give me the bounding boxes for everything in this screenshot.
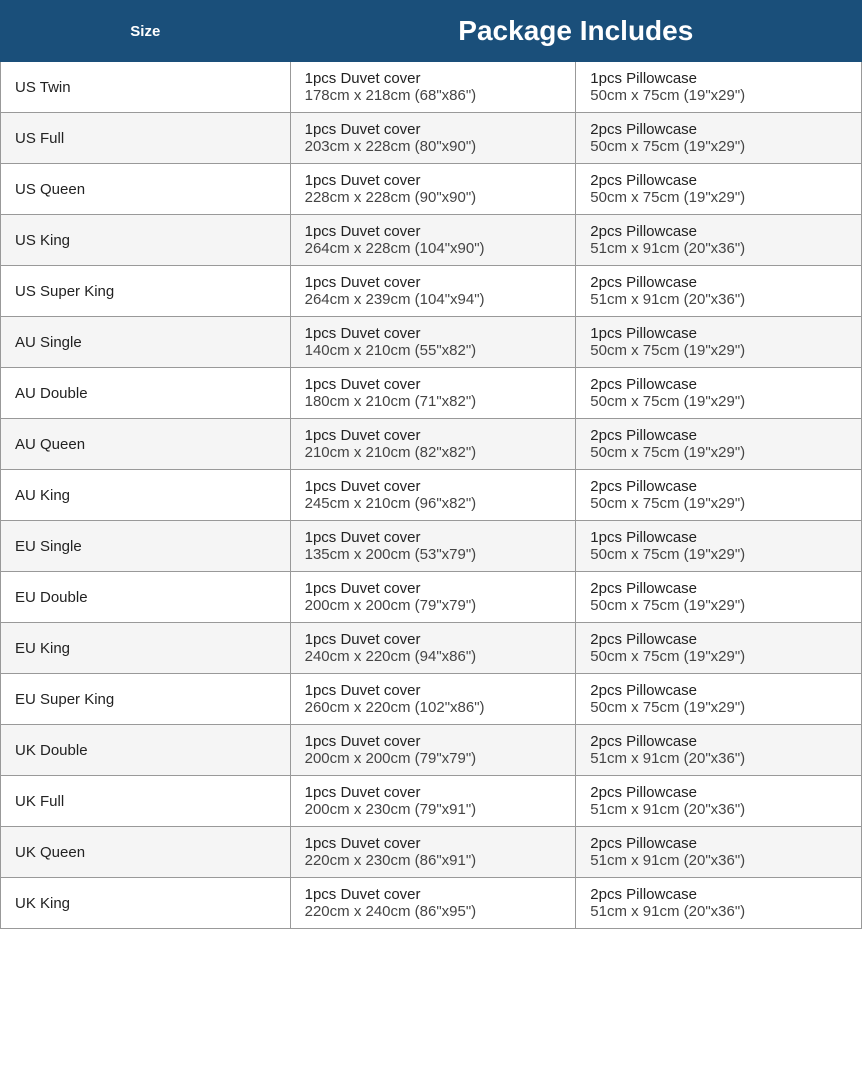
size-cell: UK Queen bbox=[1, 827, 291, 878]
duvet-cell: 1pcs Duvet cover180cm x 210cm (71"x82") bbox=[290, 368, 576, 419]
pillow-cell: 1pcs Pillowcase50cm x 75cm (19"x29") bbox=[576, 62, 862, 113]
pillow-cell: 2pcs Pillowcase50cm x 75cm (19"x29") bbox=[576, 368, 862, 419]
table-row: EU King1pcs Duvet cover240cm x 220cm (94… bbox=[1, 623, 862, 674]
duvet-cell: 1pcs Duvet cover200cm x 200cm (79"x79") bbox=[290, 572, 576, 623]
pillow-cell: 2pcs Pillowcase51cm x 91cm (20"x36") bbox=[576, 215, 862, 266]
duvet-cell: 1pcs Duvet cover135cm x 200cm (53"x79") bbox=[290, 521, 576, 572]
duvet-cell: 1pcs Duvet cover210cm x 210cm (82"x82") bbox=[290, 419, 576, 470]
size-cell: US Queen bbox=[1, 164, 291, 215]
size-cell: AU Double bbox=[1, 368, 291, 419]
size-cell: US Twin bbox=[1, 62, 291, 113]
size-cell: UK Double bbox=[1, 725, 291, 776]
pillow-cell: 2pcs Pillowcase51cm x 91cm (20"x36") bbox=[576, 776, 862, 827]
duvet-cell: 1pcs Duvet cover264cm x 228cm (104"x90") bbox=[290, 215, 576, 266]
table-row: UK Double1pcs Duvet cover200cm x 200cm (… bbox=[1, 725, 862, 776]
size-cell: EU Single bbox=[1, 521, 291, 572]
size-cell: US Super King bbox=[1, 266, 291, 317]
pillow-cell: 2pcs Pillowcase51cm x 91cm (20"x36") bbox=[576, 266, 862, 317]
table-row: AU King1pcs Duvet cover245cm x 210cm (96… bbox=[1, 470, 862, 521]
table-row: UK King1pcs Duvet cover220cm x 240cm (86… bbox=[1, 878, 862, 929]
table-row: UK Queen1pcs Duvet cover220cm x 230cm (8… bbox=[1, 827, 862, 878]
duvet-cell: 1pcs Duvet cover260cm x 220cm (102"x86") bbox=[290, 674, 576, 725]
duvet-cell: 1pcs Duvet cover220cm x 230cm (86"x91") bbox=[290, 827, 576, 878]
table-row: AU Double1pcs Duvet cover180cm x 210cm (… bbox=[1, 368, 862, 419]
duvet-cell: 1pcs Duvet cover203cm x 228cm (80"x90") bbox=[290, 113, 576, 164]
table-row: US King1pcs Duvet cover264cm x 228cm (10… bbox=[1, 215, 862, 266]
pillow-cell: 2pcs Pillowcase50cm x 75cm (19"x29") bbox=[576, 674, 862, 725]
pillow-cell: 1pcs Pillowcase50cm x 75cm (19"x29") bbox=[576, 317, 862, 368]
pillow-cell: 2pcs Pillowcase50cm x 75cm (19"x29") bbox=[576, 623, 862, 674]
pillow-cell: 2pcs Pillowcase50cm x 75cm (19"x29") bbox=[576, 419, 862, 470]
pillow-cell: 1pcs Pillowcase50cm x 75cm (19"x29") bbox=[576, 521, 862, 572]
pillow-cell: 2pcs Pillowcase50cm x 75cm (19"x29") bbox=[576, 572, 862, 623]
size-package-table: Size Package Includes US Twin1pcs Duvet … bbox=[0, 0, 862, 929]
pillow-cell: 2pcs Pillowcase51cm x 91cm (20"x36") bbox=[576, 725, 862, 776]
duvet-cell: 1pcs Duvet cover178cm x 218cm (68"x86") bbox=[290, 62, 576, 113]
table-row: EU Single1pcs Duvet cover135cm x 200cm (… bbox=[1, 521, 862, 572]
table-row: AU Single1pcs Duvet cover140cm x 210cm (… bbox=[1, 317, 862, 368]
size-cell: UK Full bbox=[1, 776, 291, 827]
size-cell: AU Queen bbox=[1, 419, 291, 470]
table-row: UK Full1pcs Duvet cover200cm x 230cm (79… bbox=[1, 776, 862, 827]
duvet-cell: 1pcs Duvet cover200cm x 230cm (79"x91") bbox=[290, 776, 576, 827]
table-row: US Super King1pcs Duvet cover264cm x 239… bbox=[1, 266, 862, 317]
duvet-cell: 1pcs Duvet cover200cm x 200cm (79"x79") bbox=[290, 725, 576, 776]
size-cell: US Full bbox=[1, 113, 291, 164]
table-row: US Queen1pcs Duvet cover228cm x 228cm (9… bbox=[1, 164, 862, 215]
duvet-cell: 1pcs Duvet cover264cm x 239cm (104"x94") bbox=[290, 266, 576, 317]
size-cell: UK King bbox=[1, 878, 291, 929]
pillow-cell: 2pcs Pillowcase51cm x 91cm (20"x36") bbox=[576, 878, 862, 929]
table-row: EU Double1pcs Duvet cover200cm x 200cm (… bbox=[1, 572, 862, 623]
duvet-cell: 1pcs Duvet cover245cm x 210cm (96"x82") bbox=[290, 470, 576, 521]
size-cell: EU Super King bbox=[1, 674, 291, 725]
duvet-cell: 1pcs Duvet cover220cm x 240cm (86"x95") bbox=[290, 878, 576, 929]
size-cell: US King bbox=[1, 215, 291, 266]
table-row: US Twin1pcs Duvet cover178cm x 218cm (68… bbox=[1, 62, 862, 113]
duvet-cell: 1pcs Duvet cover240cm x 220cm (94"x86") bbox=[290, 623, 576, 674]
pillow-cell: 2pcs Pillowcase50cm x 75cm (19"x29") bbox=[576, 113, 862, 164]
header-size: Size bbox=[1, 1, 291, 62]
size-cell: EU King bbox=[1, 623, 291, 674]
size-cell: EU Double bbox=[1, 572, 291, 623]
pillow-cell: 2pcs Pillowcase51cm x 91cm (20"x36") bbox=[576, 827, 862, 878]
duvet-cell: 1pcs Duvet cover140cm x 210cm (55"x82") bbox=[290, 317, 576, 368]
pillow-cell: 2pcs Pillowcase50cm x 75cm (19"x29") bbox=[576, 164, 862, 215]
size-cell: AU Single bbox=[1, 317, 291, 368]
table-row: AU Queen1pcs Duvet cover210cm x 210cm (8… bbox=[1, 419, 862, 470]
pillow-cell: 2pcs Pillowcase50cm x 75cm (19"x29") bbox=[576, 470, 862, 521]
table-row: US Full1pcs Duvet cover203cm x 228cm (80… bbox=[1, 113, 862, 164]
duvet-cell: 1pcs Duvet cover228cm x 228cm (90"x90") bbox=[290, 164, 576, 215]
table-row: EU Super King1pcs Duvet cover260cm x 220… bbox=[1, 674, 862, 725]
size-cell: AU King bbox=[1, 470, 291, 521]
header-package-includes: Package Includes bbox=[290, 1, 861, 62]
